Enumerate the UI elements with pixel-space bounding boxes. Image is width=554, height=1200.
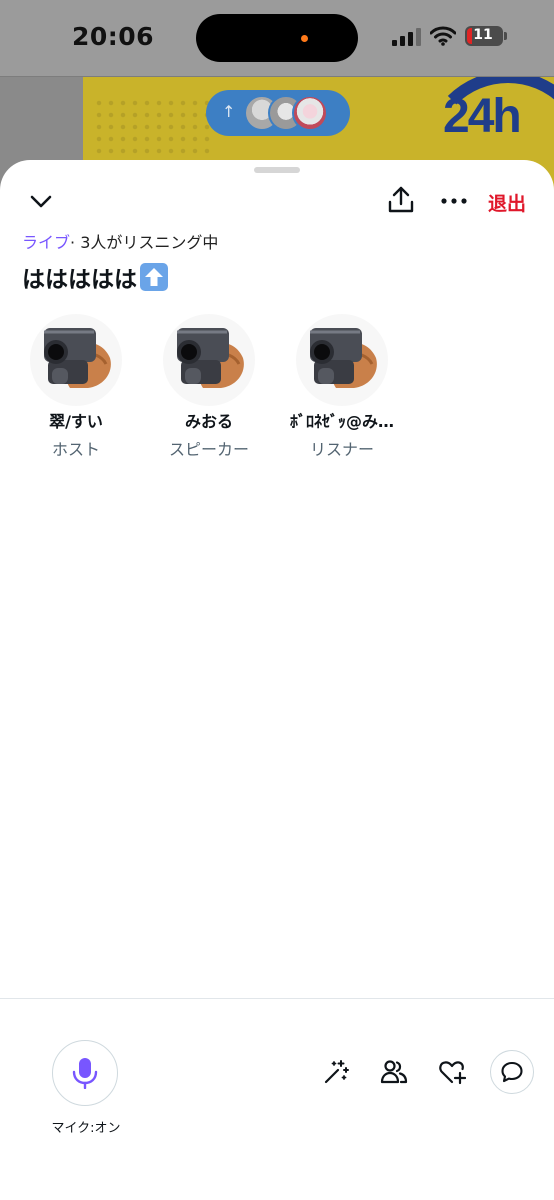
pistol-hand-image — [44, 328, 111, 388]
recording-dot — [301, 35, 308, 42]
battery-nub — [504, 32, 507, 40]
more-button[interactable] — [436, 186, 472, 216]
comment-icon — [501, 1061, 523, 1083]
battery-indicator: 11 — [465, 26, 503, 46]
participant-listener[interactable]: ﾎﾞﾛﾈｾﾞｯ@み… リスナー — [282, 314, 402, 460]
react-button[interactable] — [432, 1052, 472, 1092]
space-title-text: ははははは — [22, 267, 137, 293]
banner-24h-text: 24h — [443, 90, 522, 143]
microphone-button[interactable] — [52, 1040, 118, 1106]
participant-speaker[interactable]: みおる スピーカー — [149, 314, 269, 460]
microphone-icon — [72, 1058, 98, 1089]
listener-count: · 3人がリスニング中 — [70, 233, 219, 252]
pistol-hand-image — [177, 328, 244, 388]
participant-name: 翠/すい — [49, 412, 103, 431]
space-mini-pill[interactable]: ↑ — [206, 90, 350, 136]
cellular-signal-icon — [392, 28, 421, 46]
live-label: ライブ — [22, 233, 71, 252]
leave-button[interactable]: 退出 — [488, 189, 526, 216]
heart-plus-icon — [439, 1061, 466, 1085]
avatar — [163, 314, 255, 406]
pistol-hand-image — [310, 328, 377, 388]
share-button[interactable] — [384, 182, 418, 218]
up-arrow-emoji-icon — [140, 263, 168, 291]
comment-button[interactable] — [490, 1050, 534, 1094]
participant-name: ﾎﾞﾛﾈｾﾞｯ@み… — [289, 412, 394, 431]
participant-role: リスナー — [309, 440, 374, 459]
speaker-avatar-3 — [292, 95, 328, 131]
chevron-down-icon — [30, 195, 52, 208]
sheet-grabber[interactable] — [254, 167, 300, 173]
wifi-icon — [430, 26, 456, 46]
people-icon — [380, 1060, 408, 1084]
clock: 20:06 — [72, 22, 155, 51]
share-icon — [388, 186, 414, 213]
participant-host[interactable]: 翠/すい ホスト — [16, 314, 136, 460]
effects-button[interactable] — [316, 1052, 356, 1092]
space-title: ははははは — [22, 260, 168, 294]
battery-percent: 11 — [473, 27, 493, 43]
space-status: ライブ· 3人がリスニング中 — [22, 229, 218, 253]
avatar — [30, 314, 122, 406]
more-icon — [441, 198, 467, 204]
dynamic-island — [196, 14, 358, 62]
arrow-up-icon: ↑ — [222, 102, 236, 121]
participants-button[interactable] — [374, 1052, 414, 1092]
avatar — [296, 314, 388, 406]
collapse-button[interactable] — [24, 186, 58, 218]
footer-divider — [0, 998, 554, 999]
participant-role: スピーカー — [168, 440, 249, 459]
participant-name: みおる — [184, 412, 233, 431]
magic-wand-icon — [324, 1060, 349, 1084]
participant-role: ホスト — [51, 440, 100, 459]
microphone-label: マイク:オン — [51, 1121, 121, 1136]
